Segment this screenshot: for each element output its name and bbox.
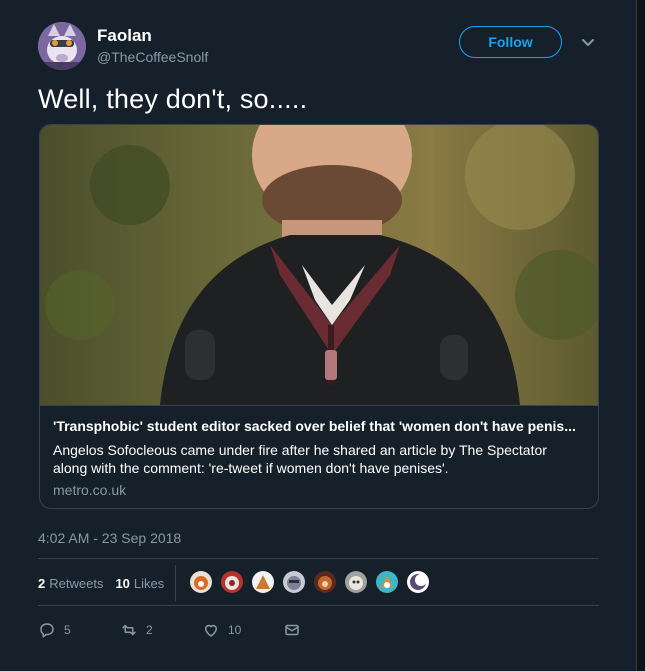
card-domain[interactable]: metro.co.uk	[53, 482, 126, 498]
caret-down-icon[interactable]	[580, 36, 596, 48]
reply-icon	[40, 623, 54, 638]
retweet-count: 2	[146, 623, 153, 637]
message-icon	[285, 624, 299, 636]
tweet: Faolan @TheCoffeeSnolf Follow Well, they…	[22, 0, 599, 671]
reply-count: 5	[64, 623, 71, 637]
liker-avatar[interactable]	[219, 569, 245, 595]
liker-avatar[interactable]	[343, 569, 369, 595]
divider-bottom	[38, 605, 599, 606]
like-count: 10	[228, 623, 242, 637]
card-body[interactable]: 'Transphobic' student editor sacked over…	[40, 405, 598, 508]
follow-button[interactable]: Follow	[459, 26, 562, 58]
liker-avatars	[188, 569, 436, 595]
tweet-stats: 2 Retweets 10 Likes	[38, 568, 164, 598]
like-icon	[205, 624, 217, 637]
author-name[interactable]: Faolan	[97, 26, 152, 46]
retweets-count[interactable]: 2	[38, 576, 45, 591]
stats-separator	[175, 565, 176, 601]
reply-button[interactable]: 5	[38, 618, 71, 642]
card-title[interactable]: 'Transphobic' student editor sacked over…	[53, 418, 585, 434]
likes-label[interactable]: Likes	[134, 576, 164, 591]
card-description: Angelos Sofocleous came under fire after…	[53, 442, 547, 476]
retweets-label[interactable]: Retweets	[49, 576, 103, 591]
card-image[interactable]	[40, 125, 598, 405]
message-button[interactable]	[283, 618, 301, 642]
author-avatar[interactable]	[38, 22, 86, 70]
tweet-text: Well, they don't, so.....	[38, 84, 308, 114]
tweet-timestamp[interactable]: 4:02 AM - 23 Sep 2018	[38, 530, 181, 546]
liker-avatar[interactable]	[188, 569, 214, 595]
liker-avatar[interactable]	[312, 569, 338, 595]
window-edge	[636, 0, 645, 671]
likes-count[interactable]: 10	[115, 576, 129, 591]
liker-avatar[interactable]	[250, 569, 276, 595]
author-handle[interactable]: @TheCoffeeSnolf	[97, 49, 208, 65]
divider-top	[38, 558, 599, 559]
liker-avatar[interactable]	[405, 569, 431, 595]
link-card[interactable]: 'Transphobic' student editor sacked over…	[39, 124, 599, 509]
retweet-button[interactable]: 2	[120, 618, 153, 642]
like-button[interactable]: 10	[202, 618, 241, 642]
liker-avatar[interactable]	[281, 569, 307, 595]
liker-avatar[interactable]	[374, 569, 400, 595]
retweet-icon	[122, 624, 136, 636]
